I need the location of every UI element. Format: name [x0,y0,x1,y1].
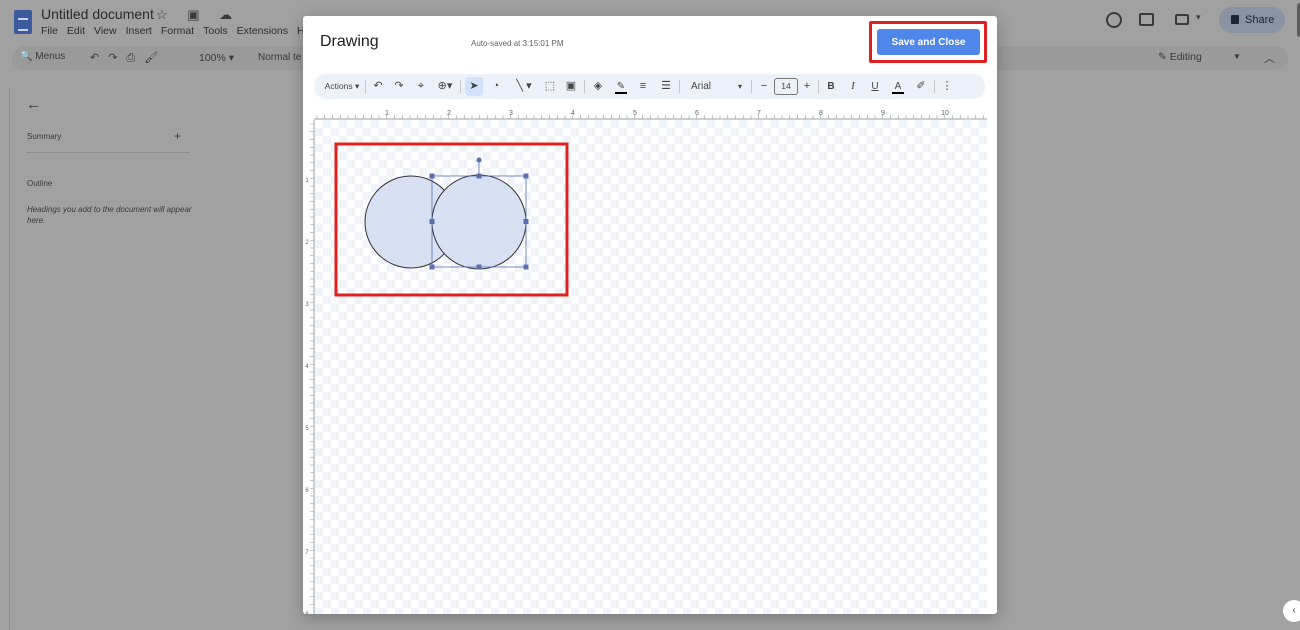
drawing-dialog: Drawing Auto-saved at 3:15:01 PM Save an… [303,16,997,614]
ruler-number: 7 [305,550,309,556]
resize-handle[interactable] [523,219,529,224]
style-select[interactable]: Normal te [258,52,301,63]
editing-mode[interactable]: ✎ Editing [1158,51,1202,63]
document-area [997,88,1300,630]
resize-handle[interactable] [523,173,529,179]
menu-edit[interactable]: Edit [67,25,85,37]
share-button[interactable]: Share [1219,7,1285,33]
ruler-number: 2 [305,240,309,246]
vertical-ruler [0,88,10,630]
ruler-number: 9 [881,110,885,117]
menus-label: Menus [35,51,66,62]
resize-handle[interactable] [476,173,482,179]
resize-handle[interactable] [476,264,482,270]
rotation-handle[interactable] [476,157,482,163]
resize-handle[interactable] [523,264,529,270]
circle-shape-right[interactable] [431,174,527,270]
menu-insert[interactable]: Insert [126,25,152,37]
ruler-number: 3 [305,302,309,308]
chevron-down-icon[interactable]: ▼ [1233,52,1241,61]
meet-icon[interactable] [1175,14,1189,25]
chevron-up-icon[interactable]: ︿ [1264,50,1275,66]
header-actions: ▾ Share [1040,0,1300,44]
title-actions-icons[interactable]: ☆ ▣ ☁ [156,7,240,23]
resize-handle[interactable] [429,173,435,179]
menu-extensions[interactable]: Extensions [237,25,288,37]
zoom-select[interactable]: 100% ▾ [199,52,234,64]
chevron-down-icon[interactable]: ▾ [1196,12,1201,23]
document-title[interactable]: Untitled document [41,6,154,22]
ruler-number: 10 [941,110,949,117]
version-history-icon[interactable] [1106,12,1122,28]
ruler-number: 7 [757,110,761,117]
ruler-number: 6 [695,110,699,117]
resize-handle[interactable] [429,219,435,224]
editing-label: Editing [1169,51,1202,63]
comments-icon[interactable] [1139,13,1154,26]
ruler-number: 1 [305,178,309,184]
menu-bar: File Edit View Insert Format Tools Exten… [41,25,305,37]
ruler-number: 3 [509,110,513,117]
menu-tools[interactable]: Tools [203,25,228,37]
ruler-number: 1 [385,110,389,117]
side-panel-toggle-icon[interactable]: ‹ [1283,600,1300,622]
menu-format[interactable]: Format [161,25,194,37]
zoom-value: 100% [199,52,226,64]
outline-hint: Headings you add to the document will ap… [27,205,192,225]
toolbar-icons[interactable]: ↶↷⎙🖌 [90,51,167,65]
menu-file[interactable]: File [41,25,58,37]
menu-view[interactable]: View [94,25,117,37]
add-summary-icon[interactable]: + [174,129,181,143]
ruler-number: 8 [305,612,309,614]
ruler-number: 8 [819,110,823,117]
menus-search[interactable]: 🔍 Menus [20,51,65,62]
lock-icon [1231,15,1239,24]
ruler-number: 5 [633,110,637,117]
ruler-number: 4 [571,110,575,117]
docs-logo-icon[interactable] [14,10,32,34]
vertical-ruler-drawing: 1 2 3 4 5 6 7 8 [305,120,315,614]
ruler-number: 2 [447,110,451,117]
back-arrow-icon[interactable]: ← [26,96,41,113]
divider [26,152,190,153]
horizontal-ruler: 1 2 3 4 5 6 7 8 9 10 [314,110,987,120]
ruler-number: 6 [305,488,309,494]
resize-handle[interactable] [429,264,435,270]
drawing-shapes-layer: 1 2 3 4 5 6 7 8 9 10 1 2 3 4 5 6 7 8 [305,110,987,614]
outline-label: Outline [27,179,53,188]
share-label: Share [1245,14,1275,26]
ruler-number: 5 [305,426,309,432]
outline-summary-label: Summary [27,132,62,141]
ruler-number: 4 [305,364,309,370]
